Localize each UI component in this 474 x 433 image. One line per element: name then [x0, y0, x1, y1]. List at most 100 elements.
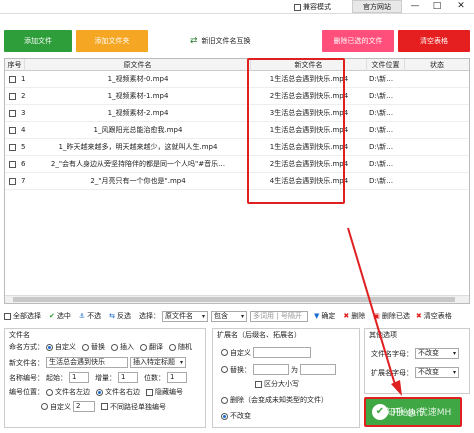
row-checkbox[interactable]	[9, 110, 16, 117]
ext-keep-radio[interactable]	[221, 412, 228, 420]
clear-table-label: 清空表格	[423, 312, 452, 320]
cell-loc: D:\新…	[369, 143, 394, 151]
hide-number-checkbox[interactable]	[146, 388, 153, 396]
col-no[interactable]: 序号	[5, 59, 25, 71]
deselect-button[interactable]: ⚓ 不选	[79, 311, 101, 321]
pos-custom-label: 自定义	[50, 402, 71, 411]
case-sensitive-checkbox[interactable]	[255, 380, 262, 388]
ext-replace-label: 替换：	[230, 365, 251, 374]
select-all-checkbox[interactable]	[4, 312, 11, 320]
delete-button[interactable]: ✖ 删除	[343, 311, 365, 321]
table-row[interactable]: 4 1_风跟阳光总能治愈我.mp4 1生活总会遇到快乐.mp4 D:\新…	[5, 122, 469, 139]
start-input[interactable]: 1	[69, 372, 89, 383]
pos-right-radio[interactable]	[96, 388, 103, 396]
insert-special-value: 插入特定标题	[133, 358, 175, 366]
ext-case-dropdown[interactable]: 不改变 ▾	[415, 367, 459, 378]
row-checkbox[interactable]	[9, 178, 16, 185]
invert-button[interactable]: ⇆ 反选	[109, 311, 131, 321]
cell-orig: 1_视频素材-0.mp4	[107, 75, 169, 83]
watermark: 知乎 @ 优速MH	[386, 408, 452, 418]
col-orig-name[interactable]: 原文件名	[25, 59, 251, 71]
ext-replace-radio[interactable]	[221, 366, 228, 373]
maximize-icon[interactable]: □	[426, 0, 448, 13]
scrollbar-thumb[interactable]	[13, 297, 455, 302]
filename-panel: 文件名 命名方式： 自定义 替换 插入 翻译 随机 新文件名： 生活总会遇到快乐…	[4, 328, 206, 428]
select-all-toggle[interactable]: 全部选择	[4, 311, 41, 321]
title-bar: 兼容模式	[0, 0, 474, 14]
ext-replace-from-input[interactable]	[253, 364, 289, 375]
table-row[interactable]: 6 2_"会有人身边从旁坚持陪伴的都是同一个人吗"#音乐… 2生活总会遇到快乐.mp…	[5, 156, 469, 173]
table-header: 序号 原文件名 新文件名 文件位置 状态	[5, 59, 469, 71]
table-row[interactable]: 3 1_视频素材-2.mp4 3生活总会遇到快乐.mp4 D:\新…	[5, 105, 469, 122]
cell-loc: D:\新…	[369, 75, 394, 83]
match-input[interactable]: 多词用 | 号隔开	[250, 310, 309, 322]
filename-case-dropdown[interactable]: 不改变 ▾	[415, 348, 459, 359]
pos-right-label: 文件名右边	[105, 388, 140, 396]
extension-panel: 扩展名（后缀名、拓展名） 自定义 替换： 为 区分大小写 删除（会变成未知类型的…	[212, 328, 360, 428]
cell-loc: D:\新…	[369, 92, 394, 100]
cell-loc: D:\新…	[369, 109, 394, 117]
insert-special-dropdown[interactable]: 插入特定标题 ▾	[130, 357, 186, 368]
compat-mode-toggle[interactable]: 兼容模式	[294, 2, 331, 12]
ext-custom-input[interactable]	[253, 347, 311, 358]
delete-selected-files-button[interactable]: 删除已选的文件	[322, 30, 394, 52]
other-options-title: 其他选项	[369, 331, 397, 339]
mode-random-label: 随机	[178, 343, 192, 351]
row-checkbox[interactable]	[9, 161, 16, 168]
clear-table-button[interactable]: 清空表格	[398, 30, 470, 52]
mode-custom-radio[interactable]	[46, 343, 53, 351]
row-checkbox[interactable]	[9, 93, 16, 100]
ext-replace-to-label: 为	[291, 365, 298, 374]
pos-custom-radio[interactable]	[41, 403, 48, 410]
horizontal-scrollbar[interactable]	[5, 295, 469, 303]
cell-orig: 2_"月亮只有一个你也是".mp4	[90, 177, 186, 185]
contains-dropdown[interactable]: 包含 ▾	[211, 310, 248, 322]
ext-custom-radio[interactable]	[221, 349, 228, 356]
separate-number-checkbox[interactable]	[101, 403, 108, 410]
mode-insert-radio[interactable]	[111, 343, 118, 351]
mode-random-radio[interactable]	[169, 343, 176, 351]
invert-label: 反选	[117, 312, 132, 320]
mode-label: 命名方式：	[9, 343, 44, 351]
row-checkbox[interactable]	[9, 76, 16, 83]
minimize-icon[interactable]: —	[404, 0, 426, 13]
swap-names-button[interactable]: ⇄ 新旧文件名互换	[190, 36, 251, 46]
ext-replace-to-input[interactable]	[300, 364, 336, 375]
row-checkbox[interactable]	[9, 127, 16, 134]
col-location[interactable]: 文件位置	[367, 59, 405, 71]
ext-keep-label: 不改变	[230, 412, 251, 420]
table-row[interactable]: 1 1_视频素材-0.mp4 1生活总会遇到快乐.mp4 D:\新…	[5, 71, 469, 88]
table-row[interactable]: 2 1_视频素材-1.mp4 2生活总会遇到快乐.mp4 D:\新…	[5, 88, 469, 105]
deselect-label: 不选	[87, 312, 102, 320]
table-row[interactable]: 5 1_昨天越来越多，明天越来越少，这就叫人生.mp4 1生活总会遇到快乐.mp4 D…	[5, 139, 469, 156]
row-checkbox[interactable]	[9, 144, 16, 151]
select-label: 选中	[56, 312, 71, 320]
mode-custom-label: 自定义	[55, 343, 76, 351]
mode-translate-radio[interactable]	[140, 343, 147, 351]
official-site-button[interactable]: 官方网站	[352, 0, 402, 13]
confirm-button[interactable]: ▼ 确定	[314, 311, 335, 321]
pos-left-label: 文件名左边	[55, 388, 90, 396]
mode-replace-radio[interactable]	[82, 343, 89, 351]
pos-custom-input[interactable]: 2	[73, 401, 95, 412]
start-label: 起始：	[46, 373, 67, 382]
compat-mode-checkbox[interactable]	[294, 3, 301, 11]
new-name-input[interactable]: 生活总会遇到快乐	[46, 357, 128, 368]
select-field-dropdown[interactable]: 原文件名 ▾	[162, 310, 209, 322]
delete-selected-button[interactable]: ▣ 删除已选	[373, 311, 410, 321]
add-files-button[interactable]: 添加文件	[4, 30, 72, 52]
digits-label: 位数：	[144, 373, 165, 382]
step-input[interactable]: 1	[118, 372, 138, 383]
pos-left-radio[interactable]	[46, 388, 53, 396]
col-status[interactable]: 状态	[405, 59, 469, 71]
cell-orig: 1_视频素材-2.mp4	[107, 109, 169, 117]
select-button[interactable]: ✔ 选中	[49, 311, 71, 321]
confirm-label: 确定	[321, 312, 336, 320]
add-folder-button[interactable]: 添加文件夹	[76, 30, 148, 52]
digits-input[interactable]: 1	[167, 372, 187, 383]
cell-orig: 1_视频素材-1.mp4	[107, 92, 169, 100]
table-row[interactable]: 7 2_"月亮只有一个你也是".mp4 4生活总会遇到快乐.mp4 D:\新…	[5, 173, 469, 190]
ext-delete-radio[interactable]	[221, 396, 228, 404]
clear-table-small-button[interactable]: ✖ 清空表格	[416, 311, 452, 321]
close-icon[interactable]: ✕	[450, 0, 472, 13]
